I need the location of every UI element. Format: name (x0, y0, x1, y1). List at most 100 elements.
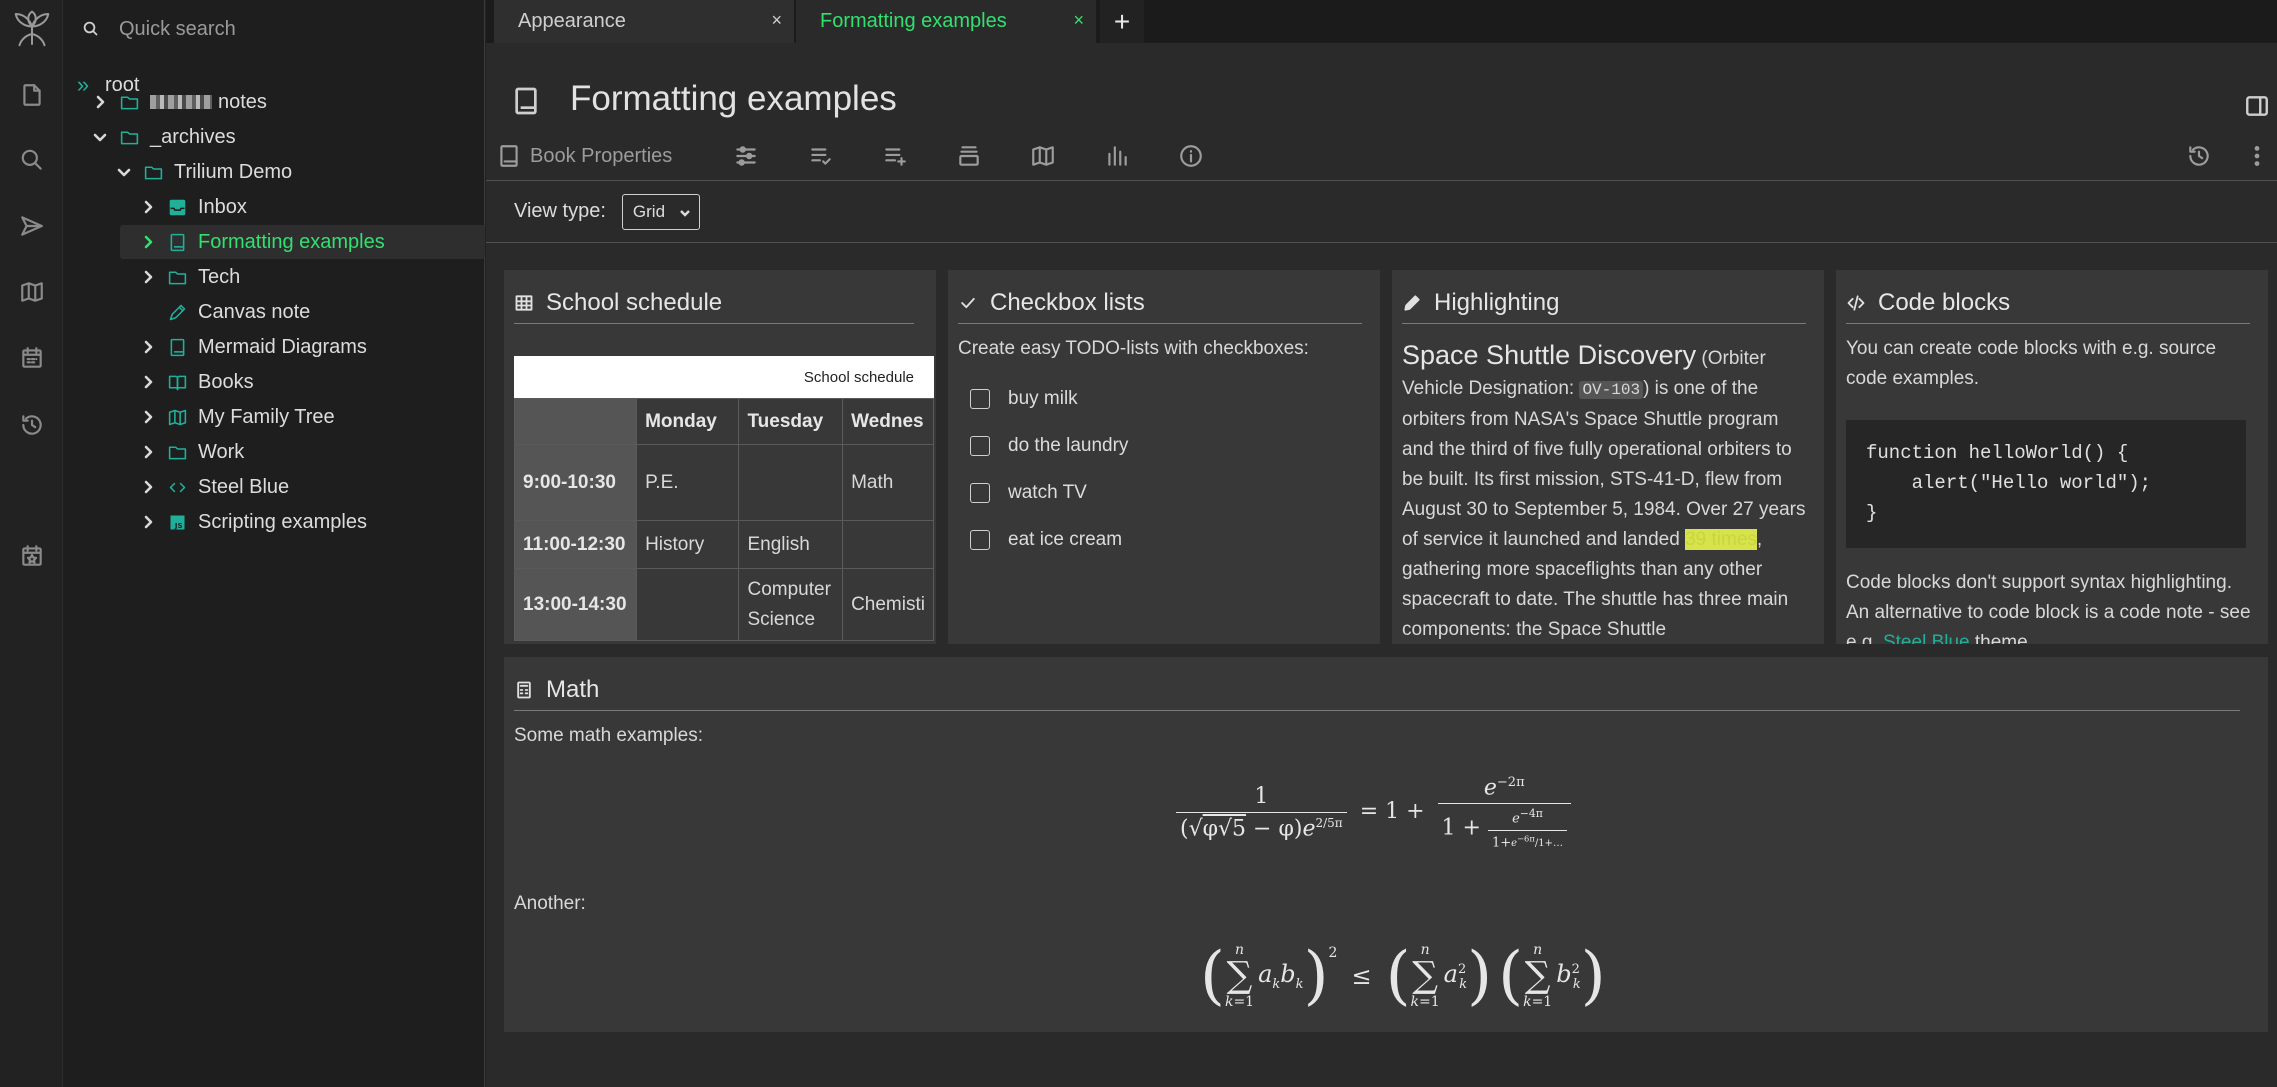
view-type-row: View type: Grid (486, 181, 2277, 243)
note-map-icon[interactable] (1030, 140, 1056, 172)
tree-item-scripting-examples[interactable]: JS Scripting examples (136, 505, 367, 539)
inline-code: OV-103 (1579, 381, 1644, 399)
map-icon[interactable] (0, 267, 63, 317)
tree-item-canvas-note[interactable]: Canvas note (160, 295, 310, 329)
view-type-select[interactable]: Grid (621, 193, 700, 230)
chevron-right-icon[interactable] (136, 435, 160, 469)
todo-label: do the laundry (1008, 435, 1129, 456)
chevron-right-icon[interactable] (136, 505, 160, 539)
quick-search-input[interactable] (119, 17, 459, 41)
code-description: Code blocks don't support syntax highlig… (1846, 568, 2254, 644)
tree-item-label: Steel Blue (198, 475, 290, 498)
chevron-right-icon[interactable] (88, 85, 112, 119)
tree-item-my-family-tree[interactable]: My Family Tree (136, 400, 335, 434)
revisions-icon[interactable] (2186, 140, 2212, 172)
card-school-schedule[interactable]: School schedule School schedule Monday T… (504, 270, 936, 644)
tree-item-label: _archives (150, 125, 236, 148)
send-icon[interactable] (0, 201, 63, 251)
note-paths-icon[interactable] (956, 140, 982, 172)
tree-item-label: Scripting examples (198, 510, 367, 533)
code-icon (1847, 294, 1865, 311)
inherited-attributes-icon[interactable] (808, 140, 834, 172)
table-cell: History (636, 520, 740, 569)
card-highlighting[interactable]: Highlighting Space Shuttle Discovery (Or… (1392, 270, 1824, 644)
card-code-blocks[interactable]: Code blocks You can create code blocks w… (1836, 270, 2268, 644)
schedule-table: School schedule Monday Tuesday Wednes 9:… (513, 356, 934, 641)
book-icon (164, 225, 190, 259)
bookmark-calendar-icon[interactable] (0, 531, 63, 581)
tree-item-label: notes (218, 90, 267, 113)
steel-blue-link[interactable]: Steel Blue (1883, 632, 1970, 644)
folder-icon (116, 120, 142, 154)
tree-item-trilium-demo[interactable]: Trilium Demo (112, 155, 292, 189)
check-icon (961, 297, 975, 308)
note-info-icon[interactable] (1178, 140, 1204, 172)
chevron-right-icon[interactable] (136, 470, 160, 504)
owned-attributes-icon[interactable] (733, 140, 759, 172)
book-properties-tab[interactable]: Book Properties (496, 140, 672, 172)
note-title[interactable]: Formatting examples (570, 79, 897, 119)
chevron-down-icon[interactable] (88, 120, 112, 154)
quick-search[interactable] (63, 0, 485, 58)
checkbox[interactable] (970, 530, 990, 550)
table-cell-time: 9:00-10:30 (513, 444, 638, 521)
search-icon[interactable] (0, 135, 63, 185)
redacted-text (150, 95, 212, 110)
chevron-right-icon[interactable] (136, 190, 160, 224)
open-book-icon (164, 365, 190, 399)
history-icon[interactable] (0, 400, 63, 450)
todo-item[interactable]: watch TV (970, 482, 1087, 504)
tab-bar: Appearance × Formatting examples × + (486, 0, 2277, 43)
calendar-icon[interactable] (0, 333, 63, 383)
tab-formatting-examples[interactable]: Formatting examples × (796, 0, 1096, 43)
more-menu-icon[interactable] (2244, 140, 2270, 172)
pen-icon (164, 295, 190, 329)
tree-item-mermaid-diagrams[interactable]: Mermaid Diagrams (136, 330, 367, 364)
chevron-right-icon[interactable] (136, 365, 160, 399)
math-equation-ramanujan: 1 (√φ√5 − φ)e2/5π = 1 + e−2π 1 + e−4π 1+e… (1176, 775, 1571, 850)
launcher-bar (0, 0, 63, 1087)
chevron-right-icon[interactable] (136, 400, 160, 434)
todo-item[interactable]: do the laundry (970, 435, 1128, 457)
folder-icon (164, 435, 190, 469)
chevron-right-icon[interactable] (136, 225, 160, 259)
code-icon (164, 470, 190, 504)
promoted-attributes-icon[interactable] (882, 140, 908, 172)
table-header: Monday (636, 398, 740, 445)
tree-item-work[interactable]: Work (136, 435, 244, 469)
checkbox[interactable] (970, 483, 990, 503)
tree-item-archives[interactable]: _archives (88, 120, 236, 154)
trilium-logo[interactable] (0, 4, 63, 54)
table-cell (738, 444, 844, 521)
close-icon[interactable]: × (771, 10, 782, 31)
table-cell: English (738, 520, 844, 569)
table-cell (636, 568, 740, 641)
new-tab-button[interactable]: + (1100, 0, 1144, 43)
chevron-right-icon[interactable] (136, 260, 160, 294)
tree-item-steel-blue[interactable]: Steel Blue (136, 470, 289, 504)
card-title: Checkbox lists (990, 288, 1145, 316)
tree-item-tech[interactable]: Tech (136, 260, 240, 294)
table-header: Wednes (842, 398, 934, 445)
checkbox[interactable] (970, 389, 990, 409)
checkbox[interactable] (970, 436, 990, 456)
todo-item[interactable]: eat ice cream (970, 529, 1122, 551)
similar-notes-icon[interactable] (1104, 140, 1130, 172)
todo-item[interactable]: buy milk (970, 388, 1078, 410)
card-math[interactable]: Math Some math examples: 1 (√φ√5 − φ)e2/… (504, 657, 2268, 1032)
math-equation-cauchy-schwarz: ( n ∑ k=1 akbk ) 2 ≤ ( n ∑ k=1 a2k ) ( n ∑ k=1 … (1200, 939, 1606, 1013)
new-note-icon[interactable] (0, 70, 63, 120)
tree-item-formatting-examples[interactable]: Formatting examples (120, 225, 485, 259)
note-title-row: Formatting examples (486, 43, 2277, 118)
chevron-right-icon[interactable] (136, 330, 160, 364)
tab-appearance[interactable]: Appearance × (494, 0, 794, 43)
right-pane-toggle-icon[interactable] (2244, 93, 2270, 124)
tree-item-inbox[interactable]: Inbox (136, 190, 247, 224)
close-icon[interactable]: × (1073, 10, 1084, 31)
tree-item-notes[interactable]: notes (88, 85, 267, 119)
text: theme. (1969, 632, 2033, 644)
tree-item-books[interactable]: Books (136, 365, 254, 399)
card-checkbox-lists[interactable]: Checkbox lists Create easy TODO-lists wi… (948, 270, 1380, 644)
tree-item-label: Inbox (198, 195, 247, 218)
chevron-down-icon[interactable] (112, 155, 136, 189)
